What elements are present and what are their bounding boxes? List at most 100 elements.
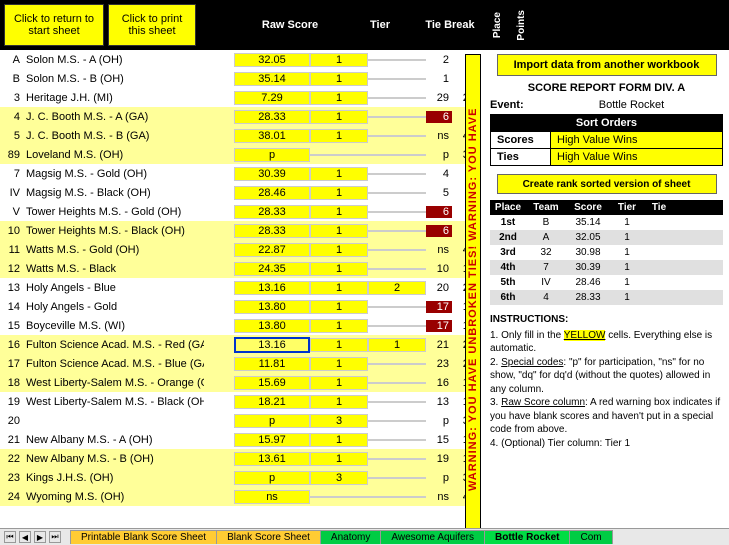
raw-score-cell[interactable]: p (234, 148, 310, 162)
tiebreak-cell[interactable] (368, 211, 426, 213)
import-button[interactable]: Import data from another workbook (497, 54, 717, 76)
tiebreak-cell[interactable] (368, 496, 426, 498)
raw-score-cell[interactable]: 15.97 (234, 433, 310, 447)
tier-cell[interactable]: 1 (310, 91, 368, 105)
tiebreak-cell[interactable] (368, 477, 426, 479)
tiebreak-cell[interactable] (368, 439, 426, 441)
raw-score-cell[interactable]: p (234, 471, 310, 485)
tier-cell[interactable]: 1 (310, 262, 368, 276)
raw-score-cell[interactable]: 28.33 (234, 110, 310, 124)
tier-cell[interactable]: 1 (310, 224, 368, 238)
raw-score-cell[interactable]: 38.01 (234, 129, 310, 143)
tier-cell[interactable] (310, 496, 368, 498)
tier-cell[interactable] (310, 154, 368, 156)
tier-cell[interactable]: 1 (310, 205, 368, 219)
team-name: Kings J.H.S. (OH) (24, 472, 204, 484)
tab-last-icon[interactable]: ⏭ (49, 531, 61, 543)
raw-score-cell[interactable]: 13.61 (234, 452, 310, 466)
tier-cell[interactable]: 1 (310, 319, 368, 333)
raw-score-cell[interactable]: 28.33 (234, 224, 310, 238)
tiebreak-cell[interactable] (368, 420, 426, 422)
tier-cell[interactable]: 1 (310, 129, 368, 143)
tier-cell[interactable]: 3 (310, 414, 368, 428)
team-name: Solon M.S. - A (OH) (24, 54, 204, 66)
score-table: ASolon M.S. - A (OH)32.05122BSolon M.S. … (0, 50, 480, 528)
tiebreak-cell[interactable] (368, 78, 426, 80)
tiebreak-cell[interactable] (368, 401, 426, 403)
tier-cell[interactable]: 1 (310, 186, 368, 200)
raw-score-cell[interactable]: 13.16 (234, 337, 310, 353)
tiebreak-cell[interactable] (368, 249, 426, 251)
rank-tier: 1 (610, 290, 644, 305)
sort-ties-label: Ties (491, 149, 551, 165)
raw-score-cell[interactable]: 35.14 (234, 72, 310, 86)
tier-cell[interactable]: 1 (310, 357, 368, 371)
tier-cell[interactable]: 1 (310, 167, 368, 181)
tier-cell[interactable]: 1 (310, 433, 368, 447)
tier-cell[interactable]: 1 (310, 53, 368, 67)
sort-ties-value[interactable]: High Value Wins (551, 149, 722, 165)
raw-score-cell[interactable]: 28.33 (234, 205, 310, 219)
tiebreak-cell[interactable] (368, 458, 426, 460)
tab-anatomy[interactable]: Anatomy (320, 530, 381, 544)
raw-score-cell[interactable]: 11.81 (234, 357, 310, 371)
raw-score-cell[interactable]: 13.80 (234, 300, 310, 314)
tier-cell[interactable]: 1 (310, 300, 368, 314)
tiebreak-cell[interactable] (368, 382, 426, 384)
tiebreak-cell[interactable]: 2 (368, 281, 426, 295)
tiebreak-cell[interactable] (368, 306, 426, 308)
tiebreak-cell[interactable] (368, 192, 426, 194)
tiebreak-cell[interactable] (368, 325, 426, 327)
tiebreak-cell[interactable] (368, 97, 426, 99)
tab-first-icon[interactable]: ⏮ (4, 531, 16, 543)
row-num: 4 (0, 111, 24, 123)
tier-cell[interactable]: 1 (310, 72, 368, 86)
raw-score-cell[interactable]: 13.16 (234, 281, 310, 295)
raw-score-cell[interactable]: ns (234, 490, 310, 504)
return-button[interactable]: Click to return to start sheet (4, 4, 104, 46)
tab-bottle-rocket[interactable]: Bottle Rocket (484, 530, 570, 544)
tab-blank-score[interactable]: Blank Score Sheet (216, 530, 321, 544)
raw-score-cell[interactable]: 15.69 (234, 376, 310, 390)
tiebreak-cell[interactable] (368, 154, 426, 156)
tier-cell[interactable]: 1 (310, 395, 368, 409)
tier-cell[interactable]: 1 (310, 281, 368, 295)
raw-score-cell[interactable]: 32.05 (234, 53, 310, 67)
raw-score-cell[interactable]: 30.39 (234, 167, 310, 181)
table-row: 11Watts M.S. - Gold (OH)22.871ns40 (0, 240, 480, 259)
tab-printable-blank[interactable]: Printable Blank Score Sheet (70, 530, 217, 544)
raw-score-cell[interactable]: 28.46 (234, 186, 310, 200)
raw-score-cell[interactable]: 22.87 (234, 243, 310, 257)
tiebreak-cell[interactable] (368, 59, 426, 61)
tier-cell[interactable]: 1 (310, 376, 368, 390)
tab-com[interactable]: Com (569, 530, 612, 544)
tiebreak-cell[interactable] (368, 230, 426, 232)
tiebreak-cell[interactable] (368, 173, 426, 175)
rank-table: Place Team Score Tier Tie 1stB35.1412ndA… (490, 200, 723, 305)
tiebreak-cell[interactable]: 1 (368, 338, 426, 352)
tab-prev-icon[interactable]: ◀ (19, 531, 31, 543)
tier-cell[interactable]: 1 (310, 110, 368, 124)
raw-score-cell[interactable]: 24.35 (234, 262, 310, 276)
raw-score-cell[interactable]: p (234, 414, 310, 428)
tiebreak-cell[interactable] (368, 116, 426, 118)
tier-cell[interactable]: 1 (310, 338, 368, 352)
tab-next-icon[interactable]: ▶ (34, 531, 46, 543)
rank-button[interactable]: Create rank sorted version of sheet (497, 174, 717, 194)
raw-score-cell[interactable]: 18.21 (234, 395, 310, 409)
raw-score-cell[interactable]: 13.80 (234, 319, 310, 333)
rank-tier: 1 (610, 215, 644, 230)
tier-cell[interactable]: 1 (310, 243, 368, 257)
rank-row: 3rd3230.981 (490, 245, 723, 260)
tier-cell[interactable]: 1 (310, 452, 368, 466)
tiebreak-cell[interactable] (368, 363, 426, 365)
tier-cell[interactable]: 3 (310, 471, 368, 485)
tab-awesome-aquifers[interactable]: Awesome Aquifers (380, 530, 485, 544)
score-report-title: SCORE REPORT FORM DIV. A (484, 82, 729, 94)
sort-scores-value[interactable]: High Value Wins (551, 132, 722, 148)
print-button[interactable]: Click to print this sheet (108, 4, 196, 46)
tiebreak-cell[interactable] (368, 268, 426, 270)
tiebreak-cell[interactable] (368, 135, 426, 137)
raw-score-cell[interactable]: 7.29 (234, 91, 310, 105)
team-name: J. C. Booth M.S. - B (GA) (24, 130, 204, 142)
